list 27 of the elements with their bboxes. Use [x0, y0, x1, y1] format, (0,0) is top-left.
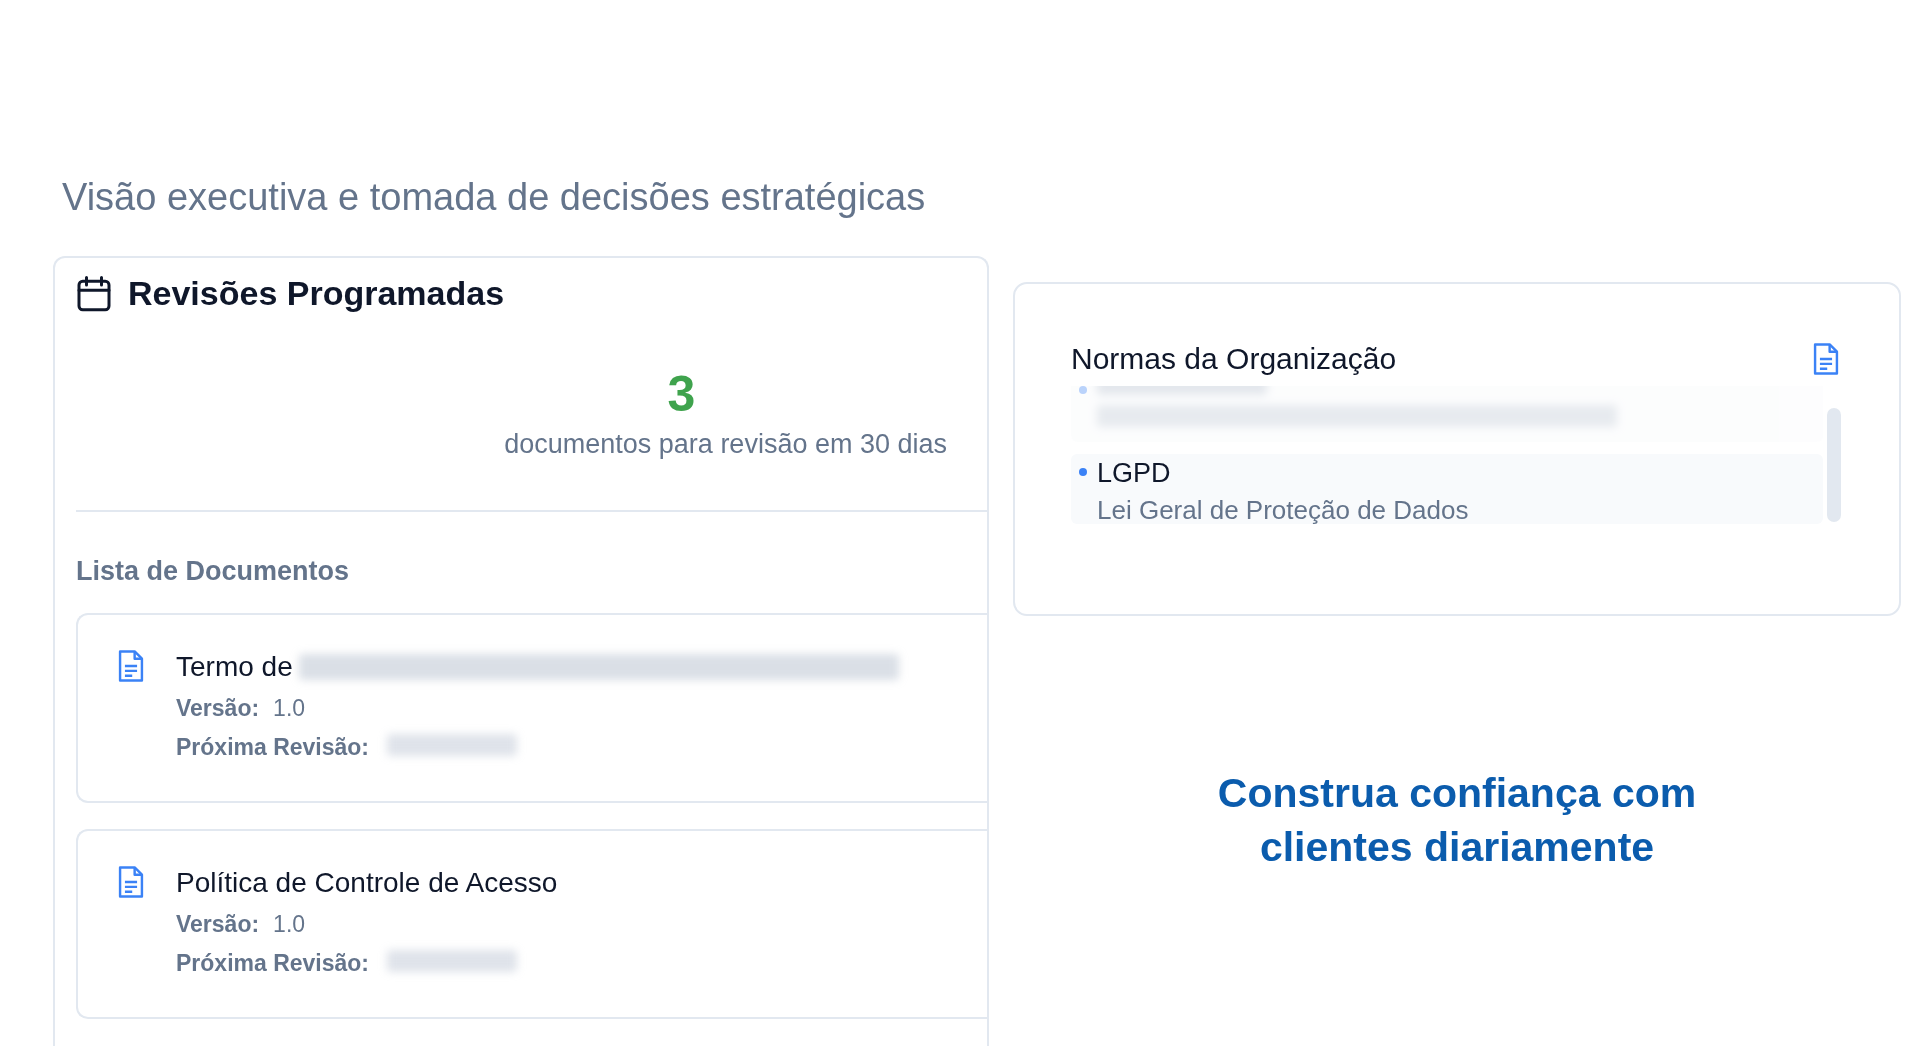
- document-title: Política de Controle de Acesso: [176, 867, 558, 899]
- norm-item[interactable]: LGPD Lei Geral de Proteção de Dados: [1071, 454, 1823, 524]
- card-title: Revisões Programadas: [128, 274, 505, 313]
- page-subtitle: Visão executiva e tomada de decisões estratégicas: [62, 176, 927, 219]
- document-icon: [116, 865, 146, 899]
- version-label: Versão:: [176, 911, 260, 938]
- document-title: Termo de: [176, 651, 293, 683]
- bullet-dot: [1079, 468, 1087, 476]
- document-icon: [116, 649, 146, 683]
- document-card[interactable]: Termo de Versão: 1.0 Próxima Revisão:: [76, 613, 987, 803]
- next-review-label: Próxima Revisão:: [176, 950, 370, 977]
- version-value: 1.0: [273, 695, 306, 722]
- document-icon: [1811, 342, 1841, 376]
- version-value: 1.0: [273, 911, 306, 938]
- card-title: Normas da Organização: [1071, 342, 1397, 376]
- norm-name: Lei Geral de Proteção de Dados: [1097, 495, 1469, 526]
- review-count: 3: [666, 365, 697, 423]
- scrollbar[interactable]: [1827, 408, 1841, 522]
- list-title: Lista de Documentos: [76, 556, 350, 586]
- norm-code: LGPD: [1097, 458, 1172, 489]
- bullet-dot: [1079, 386, 1087, 394]
- tagline: Construa confiança com clientes diariamente: [1216, 769, 1698, 872]
- next-review-label: Próxima Revisão:: [176, 734, 370, 761]
- calendar-icon: [76, 274, 112, 313]
- version-label: Versão:: [176, 695, 260, 722]
- review-count-caption: documentos para revisão em 30 dias: [504, 429, 947, 459]
- document-card[interactable]: Política de Controle de Acesso Versão: 1.0 Próxima Revisão:: [76, 829, 987, 1019]
